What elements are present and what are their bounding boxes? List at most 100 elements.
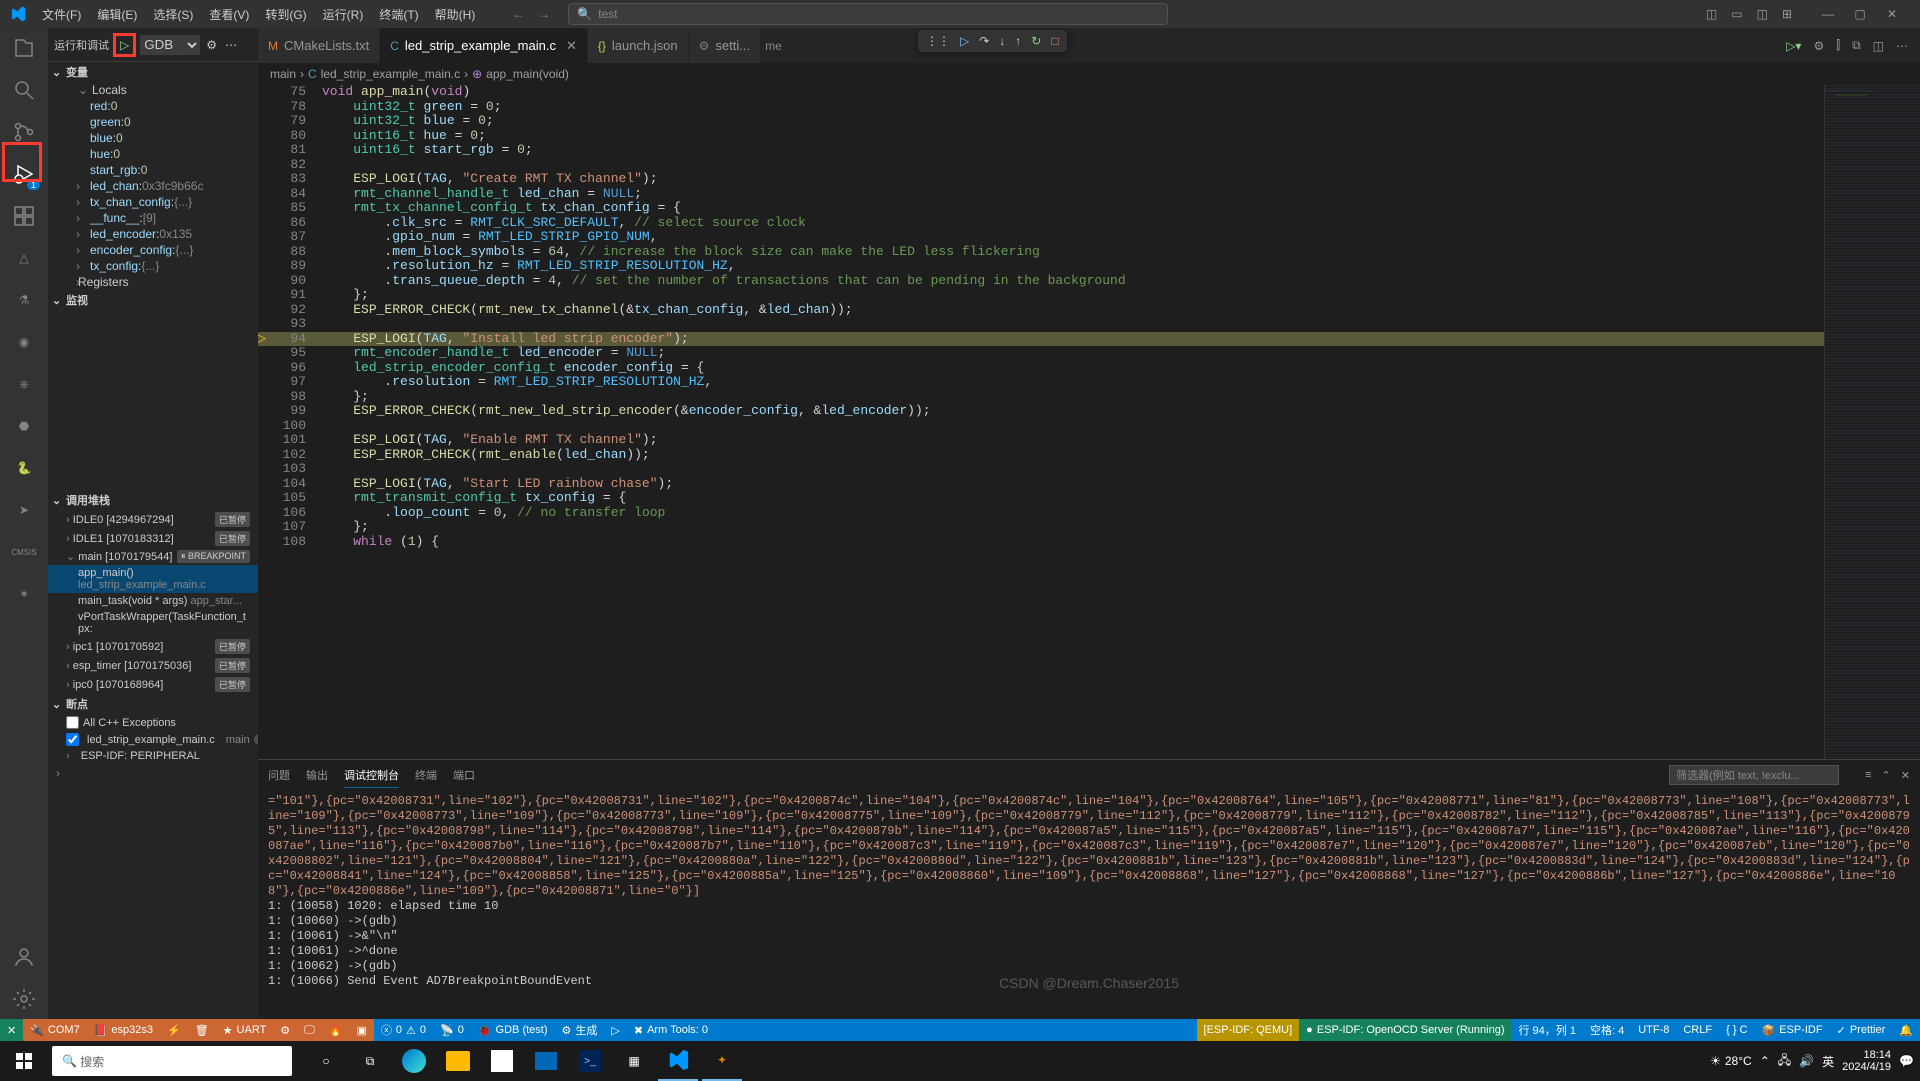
source-control-icon[interactable] [12, 120, 36, 144]
task-view-icon[interactable]: ⧉ [350, 1041, 390, 1081]
code-editor[interactable]: 75void app_main(void)78 uint32_t green =… [258, 85, 1824, 759]
sb-build[interactable]: ⚙ 生成 [555, 1019, 605, 1041]
bp-file-checkbox[interactable] [66, 733, 79, 746]
editor-tab[interactable]: Cled_strip_example_main.c✕ [380, 28, 588, 63]
more-editor-icon[interactable]: ⋯ [1896, 39, 1908, 53]
debug-step-out-icon[interactable]: ↑ [1015, 34, 1021, 48]
compare-icon[interactable]: ⚙ [1813, 39, 1824, 53]
var-tx_config[interactable]: ›tx_config: {...} [64, 258, 258, 274]
tray-volume-icon[interactable]: 🔊 [1799, 1054, 1814, 1068]
extensions-icon[interactable] [12, 204, 36, 228]
clock[interactable]: 18:142024/4/19 [1842, 1049, 1891, 1073]
thread[interactable]: › ipc1 [1070170592]已暂停 [48, 637, 258, 656]
notifications-icon[interactable]: 💬 [1899, 1054, 1914, 1068]
menu-edit[interactable]: 编辑(E) [90, 2, 144, 27]
callstack-section-header[interactable]: ⌄调用堆栈 [48, 490, 258, 510]
remote-icon[interactable]: ◉ [12, 330, 36, 354]
var-__func__[interactable]: ›__func__: [9] [64, 210, 258, 226]
sb-comport[interactable]: 🔌COM7 [23, 1019, 86, 1041]
bp-allcpp-checkbox[interactable] [66, 716, 79, 729]
config-gear-icon[interactable]: ⚙ [206, 38, 217, 52]
sb-espidf[interactable]: 📦 ESP-IDF [1755, 1019, 1830, 1041]
sb-bell-icon[interactable]: 🔔 [1892, 1019, 1920, 1041]
start-debug-icon[interactable]: ▷ [120, 38, 129, 52]
debug-step-into-icon[interactable]: ↓ [999, 34, 1005, 48]
sb-arm[interactable]: ✖ Arm Tools: 0 [627, 1019, 715, 1041]
debug-drag-icon[interactable]: ⋮⋮ [926, 34, 950, 48]
var-start_rgb[interactable]: start_rgb: 0 [64, 162, 258, 178]
minimap[interactable] [1824, 85, 1920, 759]
explorer-app-icon[interactable] [438, 1041, 478, 1081]
debug-continue-icon[interactable]: ▷ [960, 34, 969, 48]
var-blue[interactable]: blue: 0 [64, 130, 258, 146]
sb-box[interactable]: ▣ [349, 1019, 373, 1041]
weather-widget[interactable]: ☀ 28°C [1710, 1054, 1752, 1068]
var-led_chan[interactable]: ›led_chan: 0x3fc9b66c [64, 178, 258, 194]
settings-gear-icon[interactable] [12, 987, 36, 1011]
frame[interactable]: vPortTaskWrapper(TaskFunction_t px: [48, 609, 258, 637]
sb-qemu[interactable]: [ESP-IDF: QEMU] [1197, 1019, 1300, 1041]
var-hue[interactable]: hue: 0 [64, 146, 258, 162]
vscode-taskbar-icon[interactable] [658, 1041, 698, 1081]
explorer-icon[interactable] [12, 36, 36, 60]
sb-errors[interactable]: ⓧ0 ⚠0 [374, 1019, 433, 1041]
sb-spaces[interactable]: 空格: 4 [1583, 1019, 1631, 1041]
cortana-icon[interactable]: ○ [306, 1041, 346, 1081]
sb-star[interactable]: ★ UART [216, 1019, 274, 1041]
sb-run[interactable]: ▷ [604, 1019, 626, 1041]
panel-close-icon[interactable]: ✕ [1901, 769, 1910, 782]
thread[interactable]: › ipc0 [1070168964]已暂停 [48, 675, 258, 694]
window-maximize-icon[interactable]: ▢ [1844, 7, 1876, 21]
sb-eol[interactable]: CRLF [1676, 1019, 1719, 1041]
toggle-panel-bottom-icon[interactable]: ▭ [1731, 7, 1742, 21]
taskbar-search[interactable]: 🔍 搜索 [52, 1046, 292, 1076]
run-debug-icon[interactable]: 1 [12, 162, 36, 186]
sb-chip[interactable]: 📕esp32s3 [87, 1019, 160, 1041]
powershell-icon[interactable]: >_ [570, 1041, 610, 1081]
menu-view[interactable]: 查看(V) [202, 2, 256, 27]
tab-terminal[interactable]: 终端 [415, 763, 437, 787]
thread[interactable]: › IDLE0 [4294967294]已暂停 [48, 510, 258, 529]
tray-chevron-icon[interactable]: ⌃ [1760, 1054, 1770, 1068]
sb-remote[interactable]: ✕ [0, 1019, 23, 1041]
var-red[interactable]: red: 0 [64, 98, 258, 114]
layout-icon[interactable]: ◫ [1873, 39, 1884, 53]
split-icon[interactable]: ⫿ [1836, 38, 1840, 53]
store-icon[interactable] [482, 1041, 522, 1081]
app-icon[interactable]: ▦ [614, 1041, 654, 1081]
esp-icon[interactable]: ✶ [12, 582, 36, 606]
run-file-icon[interactable]: ▷▾ [1786, 39, 1801, 53]
var-tx_chan_config[interactable]: ›tx_chan_config: {...} [64, 194, 258, 210]
sb-openocd[interactable]: ● ESP-IDF: OpenOCD Server (Running) [1299, 1019, 1511, 1041]
tab-ports[interactable]: 端口 [453, 763, 475, 787]
editor-tab[interactable]: {}launch.json [588, 28, 689, 63]
frame[interactable]: main_task(void * args) app_star... [48, 593, 258, 609]
menu-help[interactable]: 帮助(H) [428, 2, 483, 27]
panel-up-icon[interactable]: ⌃ [1882, 769, 1891, 782]
variables-section-header[interactable]: ⌄变量 [48, 62, 258, 82]
arrow-icon[interactable]: ➤ [12, 498, 36, 522]
window-close-icon[interactable]: ✕ [1876, 7, 1908, 21]
menu-goto[interactable]: 转到(G) [258, 2, 313, 27]
close-tab-icon[interactable]: ✕ [566, 38, 577, 54]
menu-file[interactable]: 文件(F) [35, 2, 88, 27]
scope-registers[interactable]: ›Registers [64, 274, 258, 290]
menu-select[interactable]: 选择(S) [146, 2, 200, 27]
tab-debug-console[interactable]: 调试控制台 [344, 763, 399, 788]
panel-clear-icon[interactable]: ≡ [1865, 769, 1871, 782]
toggle-panel-left-icon[interactable]: ◫ [1706, 7, 1717, 21]
debug-console-output[interactable]: ="101"},{pc="0x42008731",line="102"},{pc… [258, 790, 1920, 1019]
breadcrumb[interactable]: main› Cled_strip_example_main.c› ⊕app_ma… [258, 63, 1920, 85]
debug-restart-icon[interactable]: ↻ [1031, 34, 1041, 48]
bp-peripheral[interactable]: › ESP-IDF: PERIPHERAL [48, 748, 258, 764]
scope-locals[interactable]: ⌄Locals [64, 82, 258, 98]
start-button[interactable] [0, 1041, 48, 1081]
nav-back-icon[interactable]: ← [512, 7, 524, 21]
thread[interactable]: ⌄ main [1070179544]⏸ BREAKPOINT [48, 548, 258, 565]
editor-tab[interactable]: MCMakeLists.txt [258, 28, 380, 63]
sb-conf[interactable]: ⚙ [273, 1019, 297, 1041]
sb-flash[interactable]: ⚡ [160, 1019, 188, 1041]
sb-ports[interactable]: 📡 0 [433, 1019, 471, 1041]
diff-icon[interactable]: ⧉ [1852, 38, 1861, 53]
var-led_encoder[interactable]: ›led_encoder: 0x135 [64, 226, 258, 242]
